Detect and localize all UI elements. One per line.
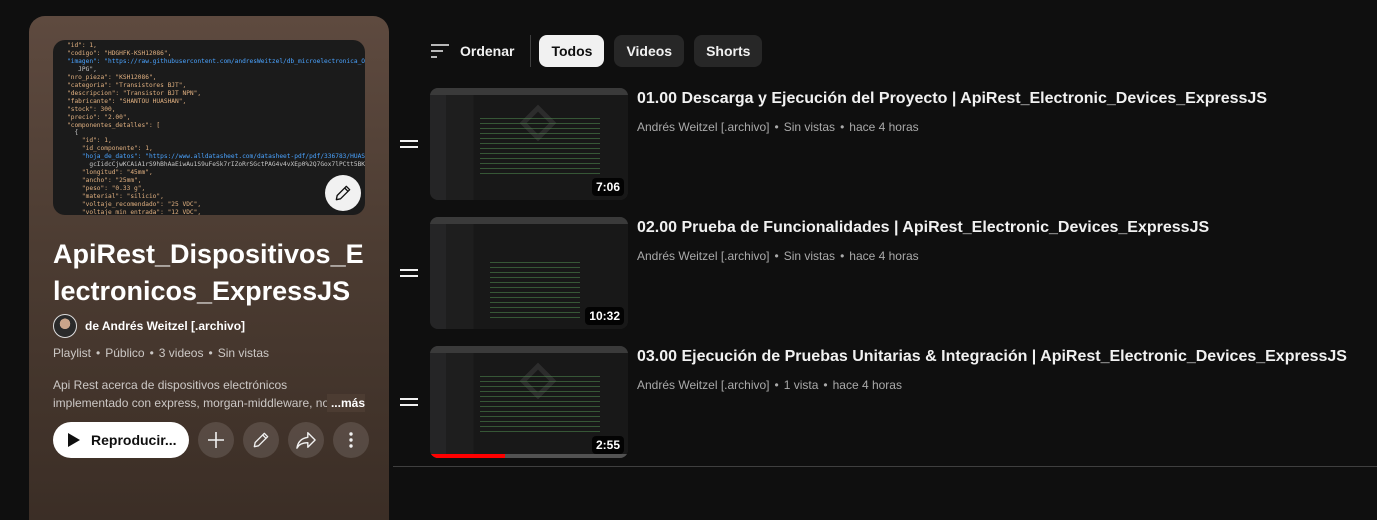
play-all-button[interactable]: Reproducir... [53,422,189,458]
video-channel[interactable]: Andrés Weitzel [.archivo] [637,249,770,263]
more-options-button[interactable] [333,422,369,458]
owner-name[interactable]: de Andrés Weitzel [.archivo] [85,319,245,333]
avatar[interactable] [53,314,77,338]
playlist-thumbnail[interactable]: "id": 1, "codigo": "HDGHFK-KSH12086", "ima… [53,40,365,215]
add-button[interactable] [198,422,234,458]
video-title[interactable]: 02.00 Prueba de Funcionalidades | ApiRes… [637,219,1209,237]
code-line: "ancho": "25mm", [67,177,142,185]
filter-bar: Ordenar Todos Videos Shorts [430,35,763,67]
video-thumbnail[interactable]: 10:32 [430,217,628,329]
sort-label: Ordenar [460,43,515,59]
code-line: gcIidcCjwKCAiA1rS9hBhAaEiwAu1S9uFeSk7rIZ… [67,161,365,169]
sort-button[interactable]: Ordenar [430,35,532,67]
video-meta: Andrés Weitzel [.archivo] • Sin vistas • h… [637,120,919,134]
watch-progress-bar [430,454,628,458]
drag-handle-icon[interactable] [400,398,418,408]
playlist-meta: Playlist • Público • 3 videos • Sin vistas [53,346,270,360]
duration-badge: 2:55 [591,436,624,454]
playlist-actions: Reproducir... [53,422,369,458]
play-all-label: Reproducir... [91,432,177,448]
share-icon [296,432,316,449]
video-views: 1 vista [783,378,819,392]
playlist-header: "id": 1, "codigo": "HDGHFK-KSH12086", "ima… [29,16,389,520]
code-line: "stock": 300, [67,105,116,113]
code-line: "material": "silicio", [67,193,164,201]
code-line: "voltaje_min_entrada": "12 VDC", [67,209,202,215]
video-title[interactable]: 03.00 Ejecución de Pruebas Unitarias & I… [637,348,1347,366]
video-age: hace 4 horas [832,378,902,392]
code-line: "voltaje_recomendado": "25 VDC", [67,201,202,209]
play-icon [68,433,80,447]
thumbnail-code: "id": 1, "codigo": "HDGHFK-KSH12086", "ima… [67,42,365,215]
video-thumbnail[interactable]: 2:55 [430,346,628,458]
code-line: { [67,129,79,137]
more-link[interactable]: ...más [326,394,365,412]
video-age: hace 4 horas [849,120,919,134]
meta-video-count: 3 videos [158,346,204,360]
video-thumbnail[interactable]: 7:06 [430,88,628,200]
meta-type: Playlist [53,346,92,360]
chip-all[interactable]: Todos [539,35,605,67]
duration-badge: 7:06 [591,178,624,196]
playlist-description: Api Rest acerca de dispositivos electrón… [53,376,365,412]
code-line: "longitud": "45mm", [67,169,153,177]
code-line: "descripcion": "Transistor BJT NPN", [67,89,202,97]
list-divider [393,466,1377,467]
meta-privacy[interactable]: Público [105,346,144,360]
meta-views: Sin vistas [217,346,270,360]
video-channel[interactable]: Andrés Weitzel [.archivo] [637,378,770,392]
code-line: "imagen": "https://raw.githubusercontent… [67,57,365,65]
list-item[interactable]: 7:06 01.00 Descarga y Ejecución del Proy… [400,88,1377,203]
video-views: Sin vistas [783,249,836,263]
video-views: Sin vistas [783,120,836,134]
playlist-owner[interactable]: de Andrés Weitzel [.archivo] [53,314,245,338]
video-meta: Andrés Weitzel [.archivo] • Sin vistas • h… [637,249,919,263]
code-line: "fabricante": "SHANTOU HUASHAN", [67,97,187,105]
code-line: "codigo": "HDGHFK-KSH12086", [67,49,172,57]
code-line: "id_componente": 1, [67,145,153,153]
plus-icon [208,432,224,448]
list-item[interactable]: 10:32 02.00 Prueba de Funcionalidades | … [400,217,1377,332]
code-line: "hoja_de_datos": "https://www.alldatashe… [81,153,365,161]
pencil-icon [253,432,269,448]
video-title[interactable]: 01.00 Descarga y Ejecución del Proyecto … [637,90,1267,108]
description-text: Api Rest acerca de dispositivos electrón… [53,378,330,410]
chip-shorts[interactable]: Shorts [694,35,763,67]
code-line: "id": 1, [67,137,112,145]
code-line: JPG", [67,65,97,73]
drag-handle-icon[interactable] [400,140,418,150]
playlist-title: ApiRest_Dispositivos_Electronicos_Expres… [53,239,364,306]
pencil-icon [335,185,351,201]
video-meta: Andrés Weitzel [.archivo] • 1 vista • hace… [637,378,902,392]
code-line: "componentes_detalles": [ [67,121,161,129]
code-line: "nro_pieza": "KSH12086", [67,73,157,81]
more-vert-icon [349,432,353,448]
drag-handle-icon[interactable] [400,269,418,279]
chip-videos[interactable]: Videos [614,35,685,67]
sort-icon [431,44,449,58]
code-line: "precio": "2.00", [67,113,131,121]
edit-playlist-button[interactable] [243,422,279,458]
video-channel[interactable]: Andrés Weitzel [.archivo] [637,120,770,134]
code-line: "categoria": "Transistores BJT", [67,81,187,89]
watch-progress-fill [430,454,506,458]
duration-badge: 10:32 [585,307,624,325]
edit-thumbnail-button[interactable] [325,175,361,211]
code-line: "id": 1, [67,42,97,49]
list-item[interactable]: 2:55 03.00 Ejecución de Pruebas Unitaria… [400,346,1377,461]
video-age: hace 4 horas [849,249,919,263]
code-line: "peso": "0.33 g", [67,185,146,193]
share-button[interactable] [288,422,324,458]
